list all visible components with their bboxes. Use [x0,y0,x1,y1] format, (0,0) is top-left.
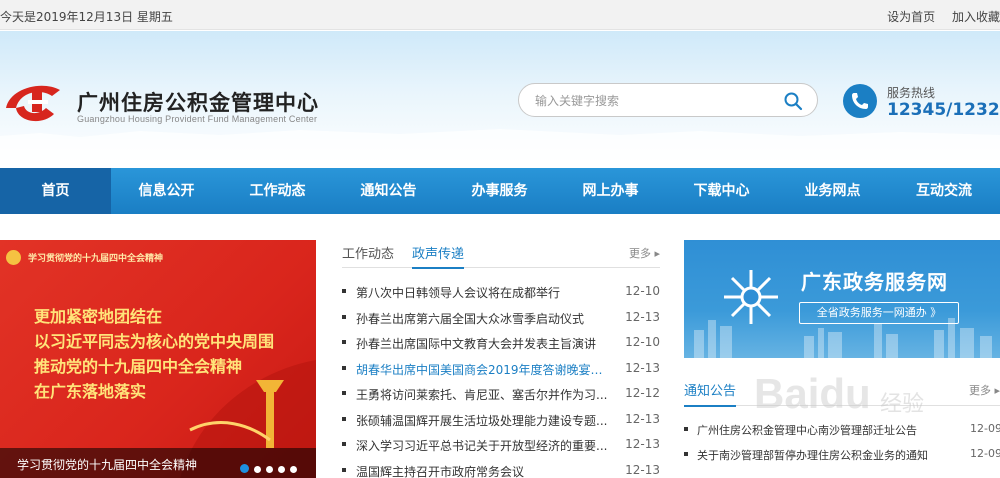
banner-caption[interactable]: 学习贯彻党的十九届四中全会精神 [17,456,197,473]
carousel-dot[interactable] [240,464,249,473]
notice-item-title[interactable]: 广州住房公积金管理中心南沙管理部迁址公告 [697,422,959,438]
slogan-line: 更加紧密地团结在 [34,307,163,326]
current-date: 今天是2019年12月13日 星期五 [0,10,173,24]
bullet-icon [342,416,346,421]
notice-more-link[interactable]: 更多 ▸ [969,382,1000,398]
news-tabs: 工作动态 政声传递 更多 ▸ [342,240,660,269]
phone-icon [843,84,877,118]
news-title[interactable]: 张硕辅温国辉开展生活垃圾处理能力建设专题... [356,412,612,429]
add-favorite-link[interactable]: 加入收藏 [952,10,1000,24]
nav-item-interaction[interactable]: 互动交流 [888,168,1000,214]
news-more-link[interactable]: 更多 ▸ [629,245,660,261]
news-date: 12-10 [625,335,660,349]
banner-slogan: 更加紧密地团结在 以习近平同志为核心的党中央周围 推动党的十九届四中全会精神 在… [34,304,274,404]
carousel-dot[interactable] [266,466,273,473]
slogan-line: 推动党的十九届四中全会精神 [34,357,243,376]
logo-icon[interactable] [2,78,68,128]
search-icon[interactable] [783,91,803,111]
bullet-icon [342,289,346,293]
news-date: 12-13 [625,309,660,324]
news-title[interactable]: 深入学习习近平总书记关于开放型经济的重要... [356,437,612,454]
search-input[interactable] [535,91,775,111]
nav-item-work-news[interactable]: 工作动态 [222,168,333,214]
nav-item-branches[interactable]: 业务网点 [777,168,888,214]
nav-item-notices[interactable]: 通知公告 [333,168,444,214]
search-box [518,83,818,117]
top-links: 设为首页 加入收藏 [874,8,1000,25]
chevron-right-icon: ▸ [994,384,1000,397]
bullet-icon [342,365,346,370]
news-item[interactable]: 温国辉主持召开市政府常务会议 12-13 [342,458,660,478]
news-item[interactable]: 深入学习习近平总书记关于开放型经济的重要... 12-13 [342,432,660,458]
banner-tagline: 学习贯彻党的十九届四中全会精神 [28,254,164,264]
notice-item[interactable]: 广州住房公积金管理中心南沙管理部迁址公告 12-09 [684,418,1000,443]
site-title: 广州住房公积金管理中心 [77,91,319,115]
bullet-icon [342,391,346,395]
main-nav: 首页 信息公开 工作动态 通知公告 办事服务 网上办事 下载中心 业务网点 互动… [0,168,1000,214]
notice-header: 通知公告 更多 ▸ [684,376,1000,407]
news-item[interactable]: 第八次中日韩领导人会议将在成都举行 12-10 [342,279,660,305]
gov-service-banner[interactable]: 广东政务服务网 全省政务服务一网通办 》 [684,240,1000,358]
notice-list: 广州住房公积金管理中心南沙管理部迁址公告 12-09 关于南沙管理部暂停办理住房公… [684,418,1000,468]
site-header: 广州住房公积金管理中心 Guangzhou Housing Provident … [0,31,1000,168]
notice-date: 12-09 [970,422,1000,435]
chevron-right-icon: ▸ [654,247,660,260]
more-label: 更多 [628,247,651,260]
slogan-line: 以习近平同志为核心的党中央周围 [34,332,275,351]
news-item[interactable]: 胡春华出席中国美国商会2019年度答谢晚宴暨... 12-13 [342,356,660,382]
news-item[interactable]: 孙春兰出席第六届全国大众冰雪季启动仪式 12-13 [342,305,660,331]
nav-item-services[interactable]: 办事服务 [444,168,555,214]
news-title[interactable]: 温国辉主持召开市政府常务会议 [356,463,612,478]
notice-title[interactable]: 通知公告 [684,380,737,407]
bullet-icon [342,442,346,446]
news-title[interactable]: 孙春兰出席第六届全国大众冰雪季启动仪式 [356,310,612,327]
banner-carousel[interactable]: 学习贯彻党的十九届四中全会精神 更加紧密地团结在 以习近平同志为核心的党中央周围… [0,240,316,478]
news-date: 12-10 [625,284,660,298]
nav-item-online-services[interactable]: 网上办事 [555,168,666,214]
gov-service-button[interactable]: 全省政务服务一网通办 》 [799,302,959,324]
nav-item-info-disclosure[interactable]: 信息公开 [111,168,222,214]
news-list: 第八次中日韩领导人会议将在成都举行 12-10 孙春兰出席第六届全国大众冰雪季启动… [342,279,660,478]
news-item[interactable]: 孙春兰出席国际中文教育大会并发表主旨演讲 12-10 [342,330,660,356]
tab-government-news[interactable]: 政声传递 [412,243,465,269]
news-title[interactable]: 孙春兰出席国际中文教育大会并发表主旨演讲 [356,335,612,352]
tab-work-news[interactable]: 工作动态 [342,243,394,262]
bullet-icon [342,340,346,344]
bullet-icon [342,467,346,472]
notice-item-title[interactable]: 关于南沙管理部暂停办理住房公积金业务的通知 [697,447,959,463]
news-date: 12-12 [625,386,660,400]
news-date: 12-13 [625,437,660,451]
carousel-dots [240,458,302,477]
set-home-link[interactable]: 设为首页 [887,10,935,24]
news-date: 12-13 [625,462,660,477]
more-label: 更多 [968,384,991,397]
carousel-dot[interactable] [290,466,297,473]
bullet-icon [684,427,688,431]
notice-date: 12-09 [970,447,1000,460]
gov-service-title: 广东政务服务网 [801,270,948,294]
gov-logo-icon [724,270,778,324]
notice-item[interactable]: 关于南沙管理部暂停办理住房公积金业务的通知 12-09 [684,443,1000,468]
hotline-label: 服务热线 [887,86,936,100]
nav-item-downloads[interactable]: 下载中心 [666,168,777,214]
news-title[interactable]: 第八次中日韩领导人会议将在成都举行 [356,284,612,301]
slogan-line: 在广东落地落实 [34,382,147,401]
news-item[interactable]: 王勇将访问莱索托、肯尼亚、塞舌尔并作为习... 12-12 [342,381,660,407]
top-bar: 今天是2019年12月13日 星期五 设为首页 加入收藏 [0,0,1000,30]
bullet-icon [342,314,346,319]
site-subtitle: Guangzhou Housing Provident Fund Managem… [77,114,318,124]
news-title[interactable]: 王勇将访问莱索托、肯尼亚、塞舌尔并作为习... [356,386,612,403]
nav-item-home[interactable]: 首页 [0,168,111,214]
news-title[interactable]: 胡春华出席中国美国商会2019年度答谢晚宴暨... [356,361,612,378]
carousel-dot[interactable] [278,466,285,473]
news-item[interactable]: 张硕辅温国辉开展生活垃圾处理能力建设专题... 12-13 [342,407,660,433]
hotline-number: 12345/12329 [887,100,1000,120]
news-date: 12-13 [625,411,660,426]
bullet-icon [684,452,688,456]
carousel-dot[interactable] [254,466,261,473]
news-date: 12-13 [625,360,660,375]
party-emblem-icon [6,250,21,265]
